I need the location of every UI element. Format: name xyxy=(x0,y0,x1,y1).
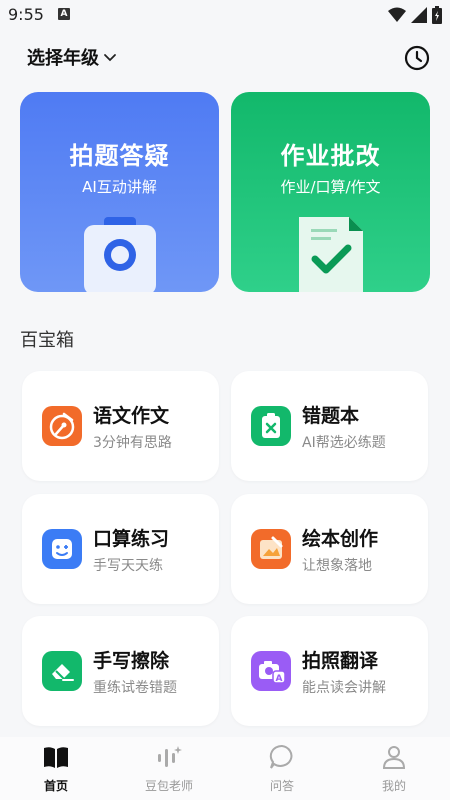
photo-question-card[interactable]: 拍题答疑 AI互动讲解 xyxy=(20,92,219,292)
tool-desc: 能点读会讲解 xyxy=(302,680,386,696)
bottom-tab-bar: 首页 豆包老师 问答 我的 xyxy=(0,737,450,800)
tab-label: 我的 xyxy=(381,779,406,793)
tab-mine[interactable]: 我的 xyxy=(338,737,450,800)
tab-qa[interactable]: 问答 xyxy=(226,737,338,800)
top-bar: 选择年级 xyxy=(0,40,450,76)
grade-selector-label: 选择年级 xyxy=(27,48,99,69)
tool-desc: 手写天天练 xyxy=(93,558,163,574)
homework-check-card[interactable]: 作业批改 作业/口算/作文 xyxy=(231,92,430,292)
tool-desc: 3分钟有思路 xyxy=(93,435,172,451)
eraser-icon xyxy=(42,651,82,691)
card-subtitle: 作业/口算/作文 xyxy=(280,178,381,196)
card-title: 拍题答疑 xyxy=(69,141,170,170)
chevron-down-icon xyxy=(104,54,116,62)
tool-desc: 让想象落地 xyxy=(302,558,372,574)
tool-handwriting-erase[interactable]: 手写擦除 重练试卷错题 xyxy=(22,616,219,726)
tool-mistake-book[interactable]: 错题本 AI帮选必练题 xyxy=(231,371,428,481)
card-title: 作业批改 xyxy=(280,141,381,170)
camera-icon xyxy=(84,217,156,292)
tool-name: 拍照翻译 xyxy=(302,650,379,672)
tool-picture-book[interactable]: 绘本创作 让想象落地 xyxy=(231,494,428,604)
tab-label: 问答 xyxy=(269,779,294,793)
wifi-icon xyxy=(388,7,406,22)
tool-photo-translate[interactable]: A 拍照翻译 能点读会讲解 xyxy=(231,616,428,726)
status-time: 9:55 xyxy=(8,5,44,24)
picture-book-icon xyxy=(251,529,291,569)
toolbox-title: 百宝箱 xyxy=(20,330,74,351)
tool-desc: 重练试卷错题 xyxy=(93,680,177,696)
voice-bars-icon xyxy=(158,746,182,767)
camera-translate-icon: A xyxy=(251,651,291,691)
book-icon xyxy=(44,747,68,768)
tool-name: 语文作文 xyxy=(93,405,170,427)
pen-icon xyxy=(42,406,82,446)
tab-home[interactable]: 首页 xyxy=(0,737,112,800)
chat-bubble-icon xyxy=(269,744,293,769)
grade-selector[interactable]: 选择年级 xyxy=(27,44,117,70)
signal-icon xyxy=(411,7,427,23)
notification-a-icon: A xyxy=(58,8,70,20)
document-check-icon xyxy=(299,217,363,292)
status-bar: 9:55 A xyxy=(0,0,450,30)
tool-mental-math[interactable]: 口算练习 手写天天练 xyxy=(22,494,219,604)
tool-name: 口算练习 xyxy=(93,528,170,550)
tool-name: 手写擦除 xyxy=(93,650,170,672)
smile-face-icon xyxy=(42,529,82,569)
history-clock-icon[interactable] xyxy=(404,45,430,71)
card-subtitle: AI互动讲解 xyxy=(82,178,157,196)
tool-desc: AI帮选必练题 xyxy=(302,435,386,451)
tab-label: 豆包老师 xyxy=(144,779,193,793)
tool-name: 错题本 xyxy=(302,405,360,427)
clipboard-x-icon xyxy=(251,406,291,446)
svg-text:A: A xyxy=(276,674,283,684)
battery-icon xyxy=(432,6,442,24)
tab-label: 首页 xyxy=(43,779,68,793)
status-indicators xyxy=(388,6,442,24)
person-icon xyxy=(382,746,406,769)
tab-doubao-teacher[interactable]: 豆包老师 xyxy=(113,737,225,800)
tool-name: 绘本创作 xyxy=(302,528,379,550)
tool-chinese-essay[interactable]: 语文作文 3分钟有思路 xyxy=(22,371,219,481)
